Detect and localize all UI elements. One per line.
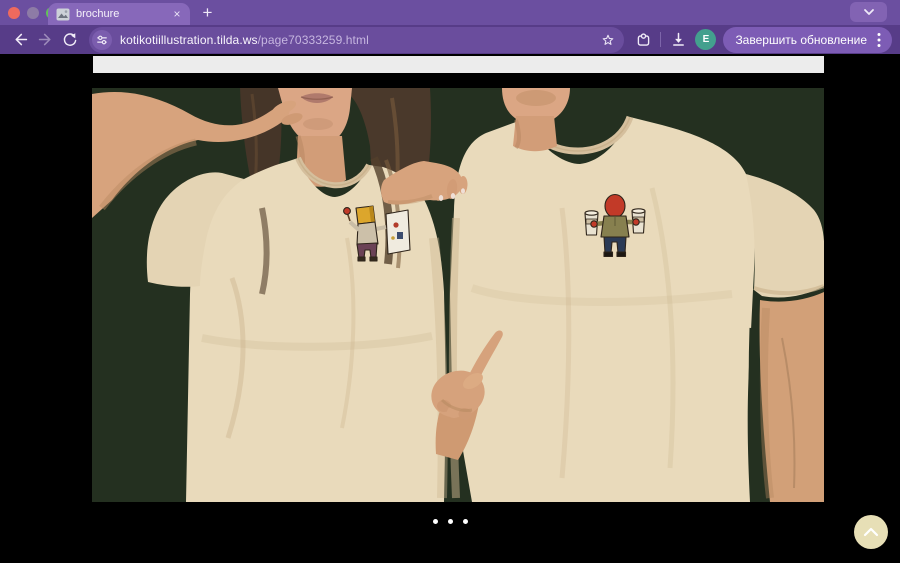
toolbar-divider: [660, 32, 662, 47]
carousel-dot[interactable]: [462, 519, 468, 524]
carousel-dot[interactable]: [447, 519, 453, 524]
tab-favicon-image-icon: [56, 8, 70, 21]
carousel-dot[interactable]: [432, 519, 438, 524]
carousel-dots: [0, 519, 900, 524]
previous-slide-edge: [93, 56, 824, 73]
reload-button[interactable]: [58, 28, 82, 52]
chevron-down-icon[interactable]: [850, 2, 887, 22]
site-info-tune-icon[interactable]: [92, 29, 112, 50]
url-domain: kotikotiillustration.tilda.ws: [120, 32, 258, 47]
scroll-to-top-button[interactable]: [854, 515, 888, 549]
tab-title: brochure: [76, 8, 120, 20]
browser-titlebar: brochure × +: [0, 0, 900, 25]
window-minimize-button[interactable]: [27, 7, 39, 19]
tab-brochure[interactable]: brochure ×: [48, 3, 190, 25]
kebab-menu-icon[interactable]: [871, 29, 887, 51]
page-content: [0, 54, 900, 563]
back-button[interactable]: [8, 28, 32, 52]
url-path: /page70333259.html: [257, 32, 369, 47]
browser-toolbar: kotikotiillustration.tilda.ws/page703332…: [0, 25, 900, 54]
chevron-up-icon: [863, 527, 879, 537]
address-bar[interactable]: kotikotiillustration.tilda.ws/page703332…: [89, 26, 625, 53]
url-text: kotikotiillustration.tilda.ws/page703332…: [120, 33, 594, 47]
carousel-slide-photo: [92, 88, 824, 502]
tab-close-icon[interactable]: ×: [170, 7, 184, 21]
bookmark-star-icon[interactable]: [600, 32, 616, 48]
browser-window: brochure × + kotikotiillustration.tilda.…: [0, 0, 900, 563]
extensions-icon[interactable]: [631, 28, 655, 52]
forward-button[interactable]: [33, 28, 57, 52]
downloads-icon[interactable]: [666, 28, 690, 52]
finish-update-label: Завершить обновление: [735, 32, 867, 47]
window-close-button[interactable]: [8, 7, 20, 19]
new-tab-button[interactable]: +: [197, 2, 218, 23]
finish-update-button[interactable]: Завершить обновление: [723, 26, 892, 53]
profile-avatar[interactable]: E: [695, 29, 717, 50]
